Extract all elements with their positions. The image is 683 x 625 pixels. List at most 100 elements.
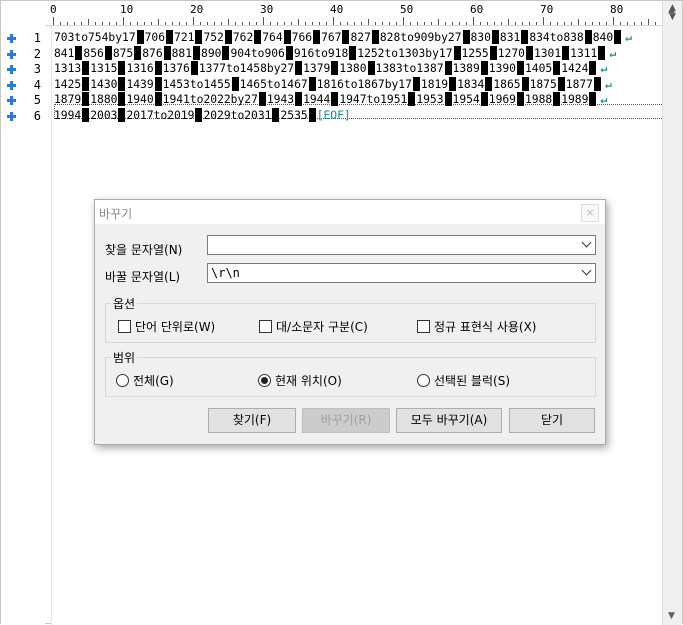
scope-current-radio[interactable]: 현재 위치(O) — [258, 372, 342, 389]
scroll-down-icon[interactable]: ▼ — [668, 611, 675, 621]
text-segment: 856 — [83, 46, 104, 60]
line-number: 3 — [33, 62, 41, 77]
text-segment: 830 — [470, 31, 491, 44]
ruler-tick — [235, 22, 236, 25]
replace-input[interactable]: \r\n — [207, 263, 596, 283]
tab-marker — [594, 76, 601, 91]
word-unit-checkbox[interactable]: 단어 단위로(W) — [118, 318, 215, 335]
column-ruler: 0 10 20 30 40 50 60 70 80 — [45, 1, 665, 26]
ruler-tick — [214, 22, 215, 25]
ruler-tick — [137, 22, 138, 25]
ruler-tick — [417, 22, 418, 25]
checkbox-box[interactable] — [118, 320, 131, 333]
tab-marker — [283, 30, 291, 44]
text-segment: 767 — [321, 31, 342, 44]
chevron-down-icon[interactable] — [581, 237, 592, 248]
tab-marker — [308, 108, 316, 122]
text-segment: 1453to1455 — [162, 77, 231, 91]
find-input[interactable] — [207, 235, 596, 255]
vertical-scrollbar[interactable]: ▲ ▼ — [662, 1, 682, 625]
ruler-tick — [95, 22, 96, 25]
scope-all-radio[interactable]: 전체(G) — [116, 372, 174, 389]
replace-all-button[interactable]: 모두 바꾸기(A) — [396, 408, 502, 433]
replace-button[interactable]: 바꾸기(R) — [302, 408, 390, 433]
fold-plus-icon[interactable] — [7, 65, 16, 75]
ruler-label: 20 — [190, 3, 204, 16]
dialog-titlebar: 바꾸기 × — [95, 200, 605, 224]
match-case-label: 대/소문자 구분(C) — [276, 320, 368, 334]
ruler-tick — [599, 22, 600, 25]
text-segment: 1940 — [126, 93, 154, 107]
match-case-checkbox[interactable]: 대/소문자 구분(C) — [259, 318, 368, 335]
ruler-tick — [67, 22, 68, 25]
ruler-tick — [158, 19, 159, 25]
ruler-tick — [368, 19, 369, 25]
tab-marker — [134, 45, 142, 60]
ruler-tick — [648, 19, 649, 25]
text-segment: 1315 — [90, 62, 118, 76]
ruler-tick — [270, 22, 271, 25]
ruler-tick — [333, 17, 334, 25]
ruler-tick — [298, 19, 299, 25]
fold-plus-icon[interactable] — [7, 80, 16, 90]
ruler-tick — [529, 22, 530, 25]
line-number: 1 — [33, 31, 41, 45]
radio-circle[interactable] — [417, 374, 430, 387]
fold-plus-icon[interactable] — [7, 34, 16, 43]
tab-marker — [75, 45, 83, 60]
text-segment: 1311 — [570, 46, 598, 60]
fold-plus-icon[interactable] — [7, 49, 16, 59]
text-segment: 706 — [144, 31, 166, 44]
tab-marker — [614, 30, 622, 44]
ruler-scroll-icon[interactable]: ▲ ▼ — [669, 4, 678, 22]
fold-plus-icon[interactable] — [7, 112, 16, 121]
ruler-label: 60 — [470, 3, 484, 16]
text-line: 1313 1315 1316 1376 1377to1458by27 1379 1380 13… — [54, 61, 607, 77]
ruler-label: 0 — [50, 3, 57, 16]
text-segment: 764 — [262, 31, 283, 44]
ruler-tick — [193, 17, 194, 25]
ruler-tick — [487, 22, 488, 25]
text-segment: 1405 — [524, 62, 553, 76]
tab-marker — [453, 45, 461, 60]
ruler-tick — [473, 17, 474, 25]
tab-marker — [489, 45, 497, 60]
tab-marker — [154, 61, 162, 76]
tab-marker — [525, 45, 533, 60]
ruler-tick — [396, 22, 397, 25]
ruler-tick — [508, 19, 509, 25]
tab-marker — [331, 61, 339, 76]
radio-circle[interactable] — [116, 374, 129, 387]
chevron-down-icon[interactable] — [581, 265, 592, 276]
ruler-tick — [165, 22, 166, 25]
tab-marker — [82, 76, 90, 91]
ruler-tick — [571, 22, 572, 25]
ruler-label: 70 — [540, 3, 554, 16]
line-break-icon: ↵ — [600, 62, 608, 76]
tab-marker — [480, 92, 488, 107]
text-segment: 1425 — [54, 77, 82, 91]
regex-checkbox[interactable]: 정규 표현식 사용(X) — [417, 318, 537, 335]
text-segment: 1390 — [488, 62, 516, 76]
line-number: 4 — [33, 77, 41, 92]
close-icon[interactable]: × — [581, 204, 599, 222]
checkbox-box[interactable] — [259, 320, 272, 333]
text-segment: 1819 — [420, 77, 449, 91]
ruler-tick — [242, 22, 243, 25]
close-button[interactable]: 닫기 — [509, 408, 595, 433]
ruler-tick — [319, 22, 320, 25]
tab-marker — [408, 92, 416, 107]
text-segment: 1439 — [126, 77, 154, 91]
text-segment: 890 — [201, 46, 222, 60]
find-button[interactable]: 찾기(F) — [208, 408, 296, 433]
scope-selection-radio[interactable]: 선택된 블럭(S) — [417, 372, 510, 389]
fold-plus-icon[interactable] — [7, 96, 16, 106]
tab-marker — [449, 76, 457, 91]
scope-selection-label: 선택된 블럭(S) — [434, 374, 510, 388]
radio-circle-selected[interactable] — [258, 374, 271, 387]
text-segment: 1430 — [90, 77, 118, 91]
ruler-tick — [312, 22, 313, 25]
checkbox-box[interactable] — [417, 320, 430, 333]
tab-marker — [553, 92, 561, 107]
ruler-tick — [53, 17, 54, 25]
